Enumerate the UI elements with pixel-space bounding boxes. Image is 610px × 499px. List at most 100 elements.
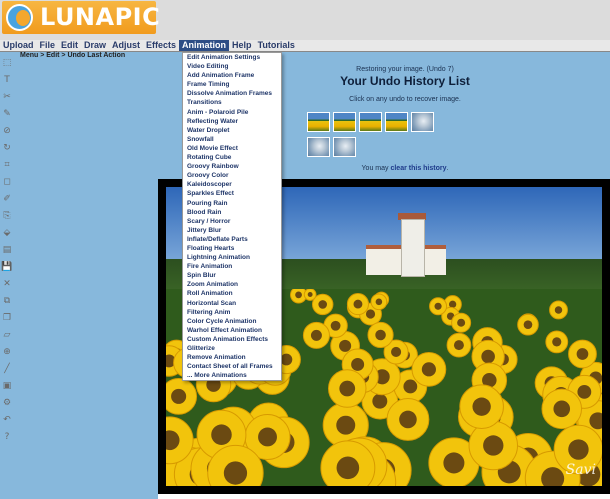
dropdown-item[interactable]: Horizontal Scan	[183, 299, 281, 308]
animation-dropdown-menu: Edit Animation Settings Video Editing Add …	[182, 52, 282, 382]
clear-history-link[interactable]: clear this history	[390, 165, 446, 172]
sunflower	[166, 377, 198, 415]
dropdown-item[interactable]: Spin Blur	[183, 271, 281, 280]
lunapic-logo[interactable]: LUNAPIC	[2, 1, 160, 34]
close-icon[interactable]: ✕	[1, 279, 13, 290]
dropdown-item[interactable]: Groovy Rainbow	[183, 162, 281, 171]
dropdown-item[interactable]: Snowfall	[183, 135, 281, 144]
clone-icon[interactable]: ⎘	[1, 211, 13, 222]
sunflower	[451, 312, 472, 333]
dropdown-item[interactable]: Sparkles Effect	[183, 189, 281, 198]
canvas-bottom-bar	[158, 494, 610, 499]
dropdown-item[interactable]: Scary / Horror	[183, 217, 281, 226]
dropdown-item[interactable]: Fire Animation	[183, 262, 281, 271]
settings-icon[interactable]: ⚙	[1, 398, 13, 409]
zoom-icon[interactable]: ⊕	[1, 347, 13, 358]
dropdown-item[interactable]: Kaleidoscoper	[183, 180, 281, 189]
dropdown-item[interactable]: Add Animation Frame	[183, 71, 281, 80]
copy-icon[interactable]: ⧉	[1, 296, 13, 307]
header: LUNAPIC	[0, 0, 610, 40]
menu-adjust[interactable]: Adjust	[109, 40, 143, 51]
pencil-icon[interactable]: ✎	[1, 109, 13, 120]
dropdown-item[interactable]: Pouring Rain	[183, 199, 281, 208]
help-icon[interactable]: ?	[1, 432, 13, 443]
sunflower	[367, 321, 394, 348]
sunflower	[429, 296, 448, 315]
dropdown-item[interactable]: Remove Animation	[183, 353, 281, 362]
shape-icon[interactable]: ▱	[1, 330, 13, 341]
sunflower	[459, 384, 504, 429]
menu-file[interactable]: File	[37, 40, 59, 51]
layers-icon[interactable]: ❐	[1, 313, 13, 324]
sunflower	[346, 292, 370, 315]
sunflower	[468, 420, 518, 470]
dropdown-item[interactable]: Rotating Cube	[183, 153, 281, 162]
crop-icon[interactable]: ⌗	[1, 160, 13, 171]
select-icon[interactable]: ⬚	[1, 58, 13, 69]
sunflower	[517, 313, 539, 336]
menu-draw[interactable]: Draw	[81, 40, 109, 51]
menu-animation[interactable]: Animation	[179, 40, 230, 51]
menu-edit[interactable]: Edit	[58, 40, 81, 51]
menu-effects[interactable]: Effects	[143, 40, 179, 51]
dropdown-item[interactable]: Blood Rain	[183, 208, 281, 217]
sunflower	[568, 339, 597, 369]
toolbar: ⬚ T ✂ ✎ ⊘ ↻ ⌗ ◻ ✐ ⎘ ⬙ ▤ 💾 ✕ ⧉ ❐ ▱ ⊕ ╱ ▣ ⚙ ↶?	[0, 52, 14, 442]
eraser-icon[interactable]: ◻	[1, 177, 13, 188]
dropdown-item[interactable]: Filtering Anim	[183, 308, 281, 317]
sunflower	[302, 321, 330, 349]
menu-help[interactable]: Help	[229, 40, 255, 51]
dropdown-item[interactable]: Transitions	[183, 98, 281, 107]
dropdown-item[interactable]: Dissolve Animation Frames	[183, 89, 281, 98]
dropdown-item[interactable]: Zoom Animation	[183, 280, 281, 289]
undo-panel: Restoring your image. (Undo 7) Your Undo…	[290, 66, 520, 103]
menu-upload[interactable]: Upload	[0, 40, 37, 51]
gradient-icon[interactable]: ▤	[1, 245, 13, 256]
undo-thumbnail[interactable]	[307, 112, 330, 132]
sunflower	[446, 332, 472, 358]
dropdown-item[interactable]: ... More Animations	[183, 371, 281, 380]
dropdown-item[interactable]: Reflecting Water	[183, 117, 281, 126]
sunflower	[545, 330, 569, 353]
bucket-icon[interactable]: ⬙	[1, 228, 13, 239]
sunflower	[370, 293, 388, 310]
scissors-icon[interactable]: ✂	[1, 92, 13, 103]
dropdown-item[interactable]: Water Droplet	[183, 126, 281, 135]
dropdown-item[interactable]: Custom Animation Effects	[183, 335, 281, 344]
dropdown-item[interactable]: Video Editing	[183, 62, 281, 71]
dropdown-item[interactable]: Inflate/Deflate Parts	[183, 235, 281, 244]
undo-thumbnail[interactable]	[385, 112, 408, 132]
dropdown-item[interactable]: Color Cycle Animation	[183, 317, 281, 326]
watermark-signature: Savi	[565, 462, 596, 478]
dropdown-item[interactable]: Roll Animation	[183, 289, 281, 298]
line-icon[interactable]: ╱	[1, 364, 13, 375]
undo-thumbnail[interactable]	[333, 137, 356, 157]
undo-thumbnail[interactable]	[307, 137, 330, 157]
save-icon[interactable]: 💾	[1, 262, 13, 273]
dropdown-item[interactable]: Frame Timing	[183, 80, 281, 89]
dropdown-item[interactable]: Jittery Blur	[183, 226, 281, 235]
dropdown-item[interactable]: Edit Animation Settings	[183, 53, 281, 62]
dropdown-item[interactable]: Lightning Animation	[183, 253, 281, 262]
rotate-icon[interactable]: ↻	[1, 143, 13, 154]
dropdown-item[interactable]: Anim - Polaroid Pile	[183, 108, 281, 117]
undo-thumbnail[interactable]	[359, 112, 382, 132]
brush-icon[interactable]: ✐	[1, 194, 13, 205]
sunflower	[549, 300, 568, 320]
eyedropper-icon[interactable]: ⊘	[1, 126, 13, 137]
dropdown-item[interactable]: Groovy Color	[183, 171, 281, 180]
menu-bar: Upload File Edit Draw Adjust Effects Animation…	[0, 40, 610, 52]
dropdown-item[interactable]: Contact Sheet of all Frames	[183, 362, 281, 371]
undo-thumbnail[interactable]	[411, 112, 434, 132]
menu-tutorials[interactable]: Tutorials	[255, 40, 298, 51]
photo-tower	[401, 219, 425, 277]
dropdown-item[interactable]: Floating Hearts	[183, 244, 281, 253]
dropdown-item[interactable]: Glitterize	[183, 344, 281, 353]
dropdown-item[interactable]: Warhol Effect Animation	[183, 326, 281, 335]
dropdown-item[interactable]: Old Movie Effect	[183, 144, 281, 153]
undo-thumbnail[interactable]	[333, 112, 356, 132]
frame-icon[interactable]: ▣	[1, 381, 13, 392]
undo-icon[interactable]: ↶	[1, 415, 13, 426]
clear-history-line: You may clear this history.	[290, 165, 520, 172]
text-icon[interactable]: T	[1, 75, 13, 86]
